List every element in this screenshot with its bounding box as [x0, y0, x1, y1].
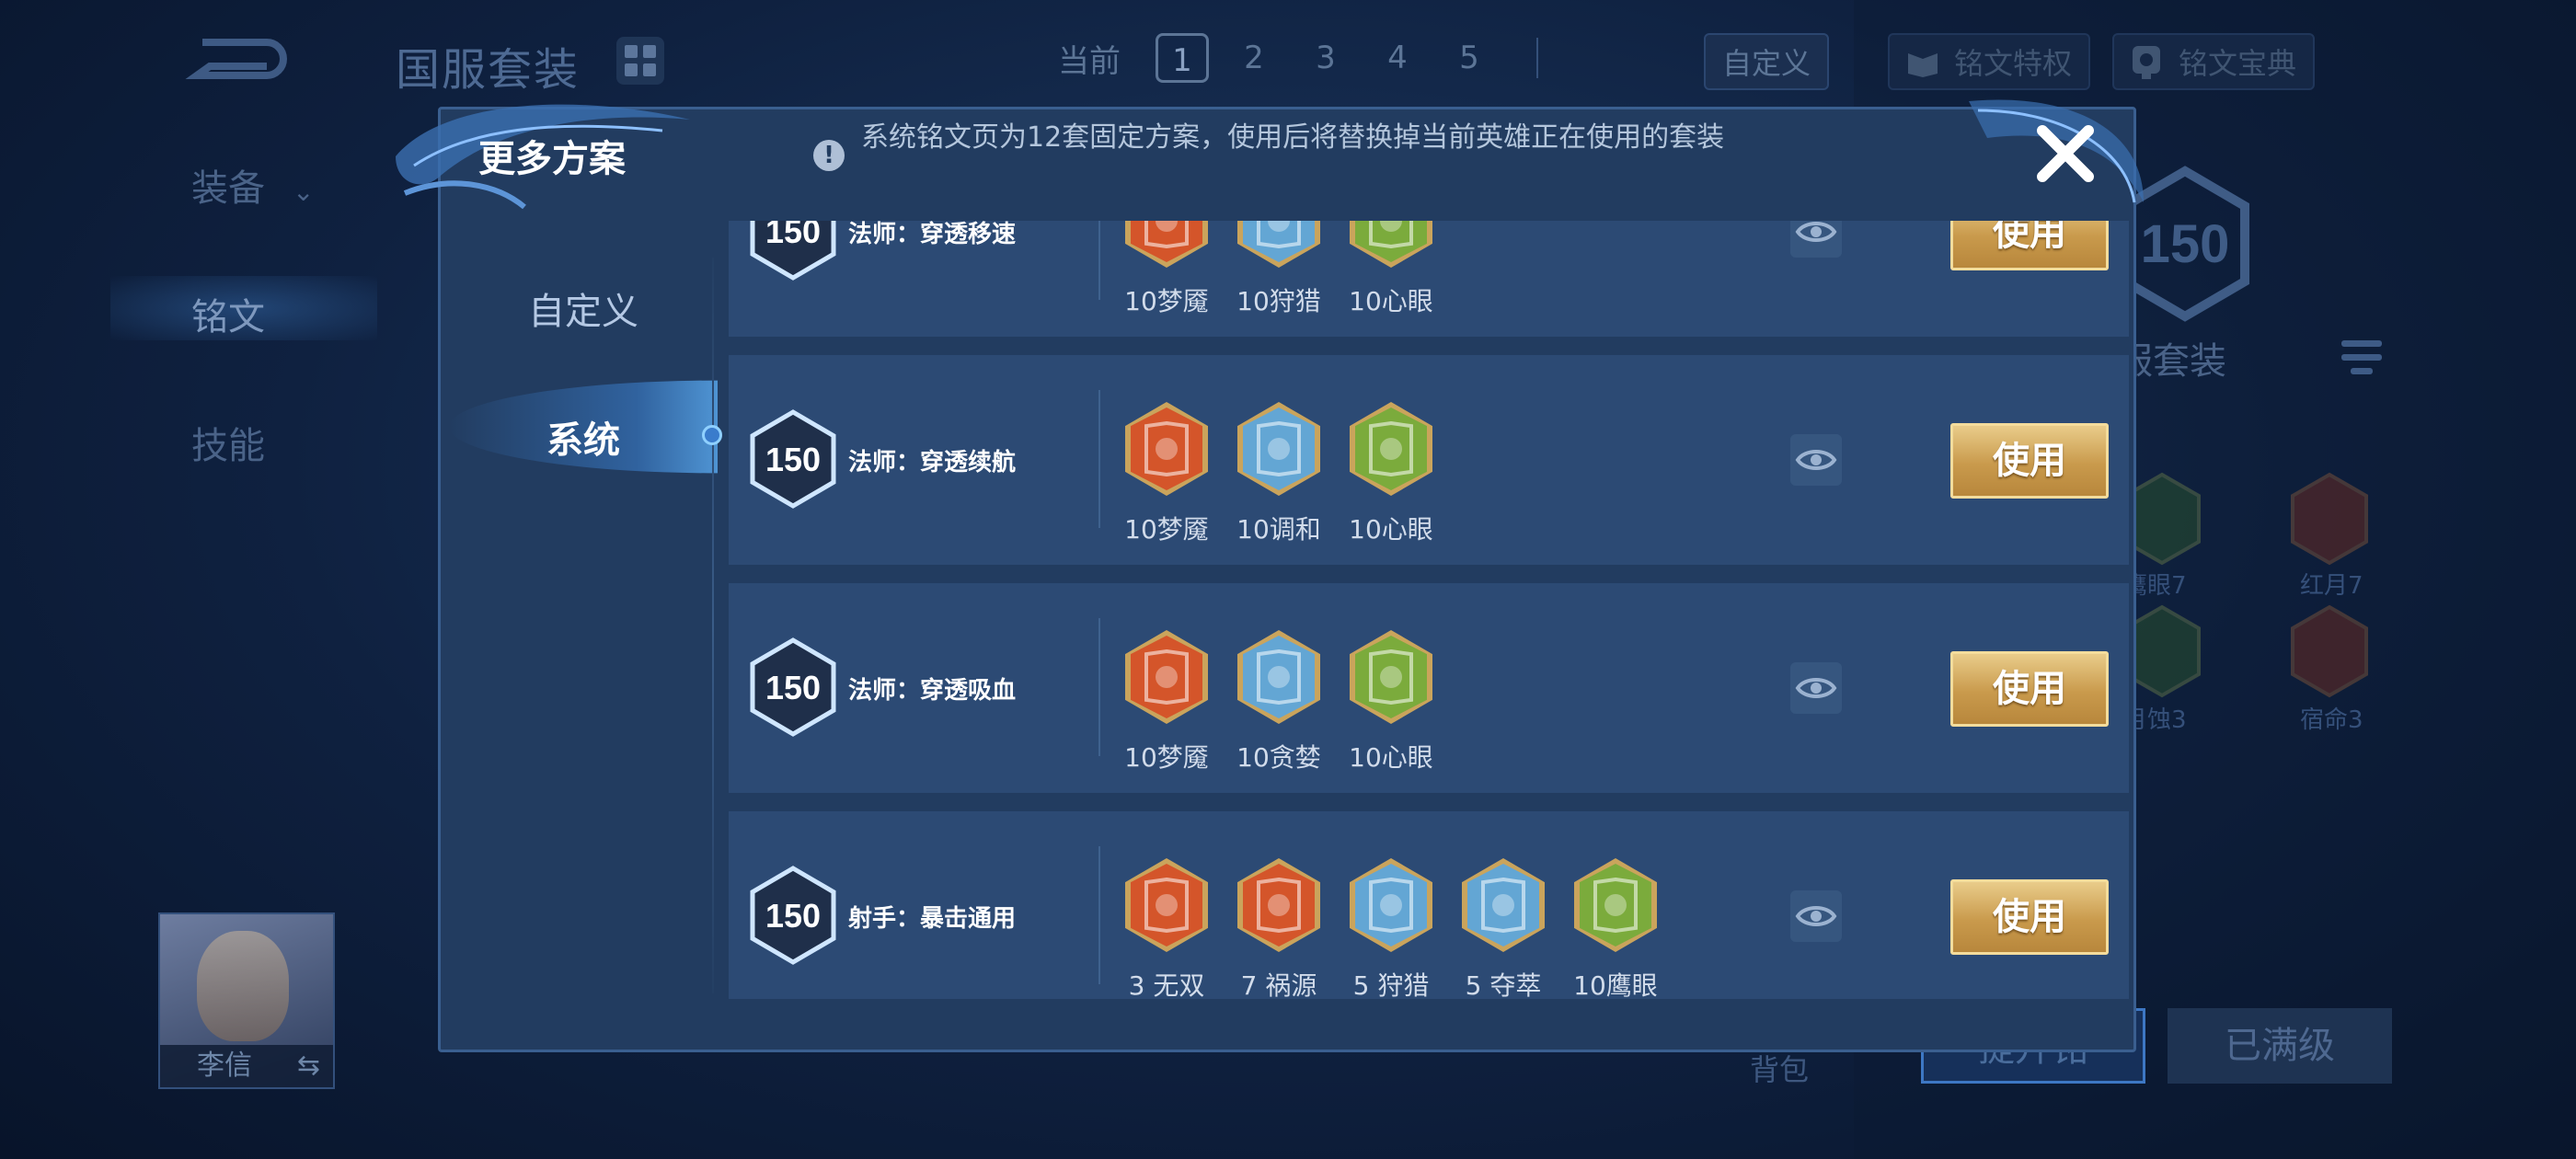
- level-badge-icon: 150: [750, 409, 836, 509]
- inscription-label: 10心眼: [1349, 514, 1433, 545]
- eye-icon[interactable]: [1790, 434, 1842, 486]
- inscription-green-icon[interactable]: [1347, 399, 1435, 499]
- current-label: 当前: [1058, 42, 1121, 80]
- inscription-red-icon[interactable]: [1122, 855, 1211, 955]
- nav-equip[interactable]: 装备 ⌄: [191, 158, 314, 212]
- row-divider: [1098, 846, 1100, 984]
- plan-row: 150 法师：穿透移速 10梦魇 10狩猎 10心眼 使用: [729, 221, 2129, 337]
- level-value: 150: [765, 897, 821, 935]
- info-text: 系统铭文页为12套固定方案，使用后将替换掉当前英雄正在使用的套装: [861, 121, 1725, 154]
- inscription-label: 5 夺萃: [1465, 970, 1542, 999]
- nav-inscription[interactable]: 铭文: [191, 287, 265, 340]
- page-tab-4[interactable]: 4: [1371, 33, 1424, 83]
- level-badge-icon: 150: [750, 866, 836, 965]
- max-level-button[interactable]: 已满级: [2168, 1008, 2392, 1084]
- nav-equip-label: 装备: [191, 167, 265, 210]
- sidebar-divider: [712, 258, 714, 993]
- inscription-label: 10心眼: [1349, 742, 1433, 773]
- page-tab-2[interactable]: 2: [1227, 33, 1281, 83]
- level-value: 150: [765, 221, 821, 250]
- inscription-red-icon[interactable]: [1122, 627, 1211, 727]
- chevron-down-icon: ⌄: [293, 177, 315, 207]
- eye-icon[interactable]: [1790, 890, 1842, 942]
- hero-avatar[interactable]: 李信 ⇆: [158, 912, 335, 1089]
- swap-icon[interactable]: ⇆: [260, 1045, 320, 1087]
- custom-button[interactable]: 自定义: [1704, 33, 1830, 90]
- row-divider: [1098, 390, 1100, 528]
- gem-icon: [2291, 472, 2368, 566]
- inscription-label: 10鹰眼: [1573, 970, 1658, 999]
- inscription-label: 10梦魇: [1124, 286, 1209, 316]
- tab-custom[interactable]: 自定义: [445, 281, 721, 335]
- inscription-label: 10梦魇: [1124, 742, 1209, 773]
- inscription-blue-icon[interactable]: [1235, 627, 1323, 727]
- inscription-red-icon[interactable]: [1122, 399, 1211, 499]
- level-value: 150: [765, 669, 821, 706]
- plan-row: 150 法师：穿透续航 10梦魇 10调和 10心眼 使用: [729, 355, 2129, 565]
- level-value: 150: [2141, 214, 2230, 274]
- inscription-label: 10梦魇: [1124, 514, 1209, 545]
- inscription-blue-icon[interactable]: [1347, 855, 1435, 955]
- use-button[interactable]: 使用: [1950, 651, 2109, 727]
- inscription-green-icon[interactable]: [1347, 627, 1435, 727]
- inscription-red-icon[interactable]: [1122, 221, 1211, 270]
- use-button[interactable]: 使用: [1950, 221, 2109, 270]
- inscription-label: 10狩猎: [1236, 286, 1321, 316]
- page-tab-5[interactable]: 5: [1443, 33, 1496, 83]
- page-title: 国服套装: [396, 44, 581, 96]
- hero-portrait: [197, 931, 289, 1041]
- inscription-red-icon[interactable]: [1235, 855, 1323, 955]
- nav-skill[interactable]: 技能: [191, 416, 265, 469]
- row-divider: [1098, 618, 1100, 756]
- inscription-green-icon[interactable]: [1347, 221, 1435, 270]
- grid-icon[interactable]: [616, 37, 664, 85]
- level-badge-icon: 150: [750, 221, 836, 281]
- inscription-green-icon[interactable]: [1571, 855, 1660, 955]
- back-icon[interactable]: [184, 33, 287, 85]
- inscription-label: 10贪婪: [1236, 742, 1321, 773]
- close-icon[interactable]: [2033, 121, 2098, 186]
- plan-row: 150 法师：穿透吸血 10梦魇 10贪婪 10心眼 使用: [729, 583, 2129, 793]
- eye-icon[interactable]: [1790, 221, 1842, 258]
- gem-icon: [2291, 604, 2368, 698]
- page-tab-1[interactable]: 1: [1156, 33, 1209, 83]
- dialog-title: 更多方案: [478, 138, 626, 180]
- plan-name: 法师：穿透吸血: [848, 677, 1017, 705]
- level-badge-icon: 150: [750, 637, 836, 737]
- inscription-label: 3 无双: [1128, 970, 1205, 999]
- hero-name-bar: 李信 ⇆: [160, 1045, 333, 1087]
- inscription-blue-icon[interactable]: [1235, 221, 1323, 270]
- eye-icon[interactable]: [1790, 662, 1842, 714]
- page-tab-3[interactable]: 3: [1299, 33, 1352, 83]
- plan-list[interactable]: 150 法师：穿透移速 10梦魇 10狩猎 10心眼 使用 150 法师：穿透续航 10梦魇 10…: [729, 221, 2129, 999]
- info-icon: !: [813, 140, 845, 171]
- bag-label[interactable]: 背包: [1750, 1047, 1809, 1089]
- gem-label: 红月7: [2300, 572, 2363, 600]
- inscription-label: 10调和: [1236, 514, 1321, 545]
- inscription-label: 7 祸源: [1240, 970, 1317, 999]
- hero-name: 李信: [197, 1050, 252, 1082]
- inscription-label: 10心眼: [1349, 286, 1433, 316]
- tab-system[interactable]: 系统: [445, 410, 721, 464]
- menu-icon[interactable]: [2341, 340, 2382, 382]
- inscription-blue-icon[interactable]: [1459, 855, 1547, 955]
- page-tabs: 当前 1 2 3 4 5: [1058, 33, 1560, 83]
- plan-name: 法师：穿透续航: [848, 449, 1017, 476]
- inscription-blue-icon[interactable]: [1235, 399, 1323, 499]
- row-divider: [1098, 221, 1100, 300]
- divider: [1536, 38, 1538, 78]
- use-button[interactable]: 使用: [1950, 879, 2109, 955]
- gem-label: 宿命3: [2300, 706, 2363, 734]
- plan-name: 法师：穿透移速: [848, 221, 1017, 248]
- level-value: 150: [765, 441, 821, 478]
- plan-row: 150 射手：暴击通用 3 无双 7 祸源 5 狩猎 5 夺萃 10鹰眼 使用: [729, 811, 2129, 999]
- use-button[interactable]: 使用: [1950, 423, 2109, 499]
- plan-name: 射手：暴击通用: [848, 905, 1017, 933]
- inscription-label: 5 狩猎: [1352, 970, 1430, 999]
